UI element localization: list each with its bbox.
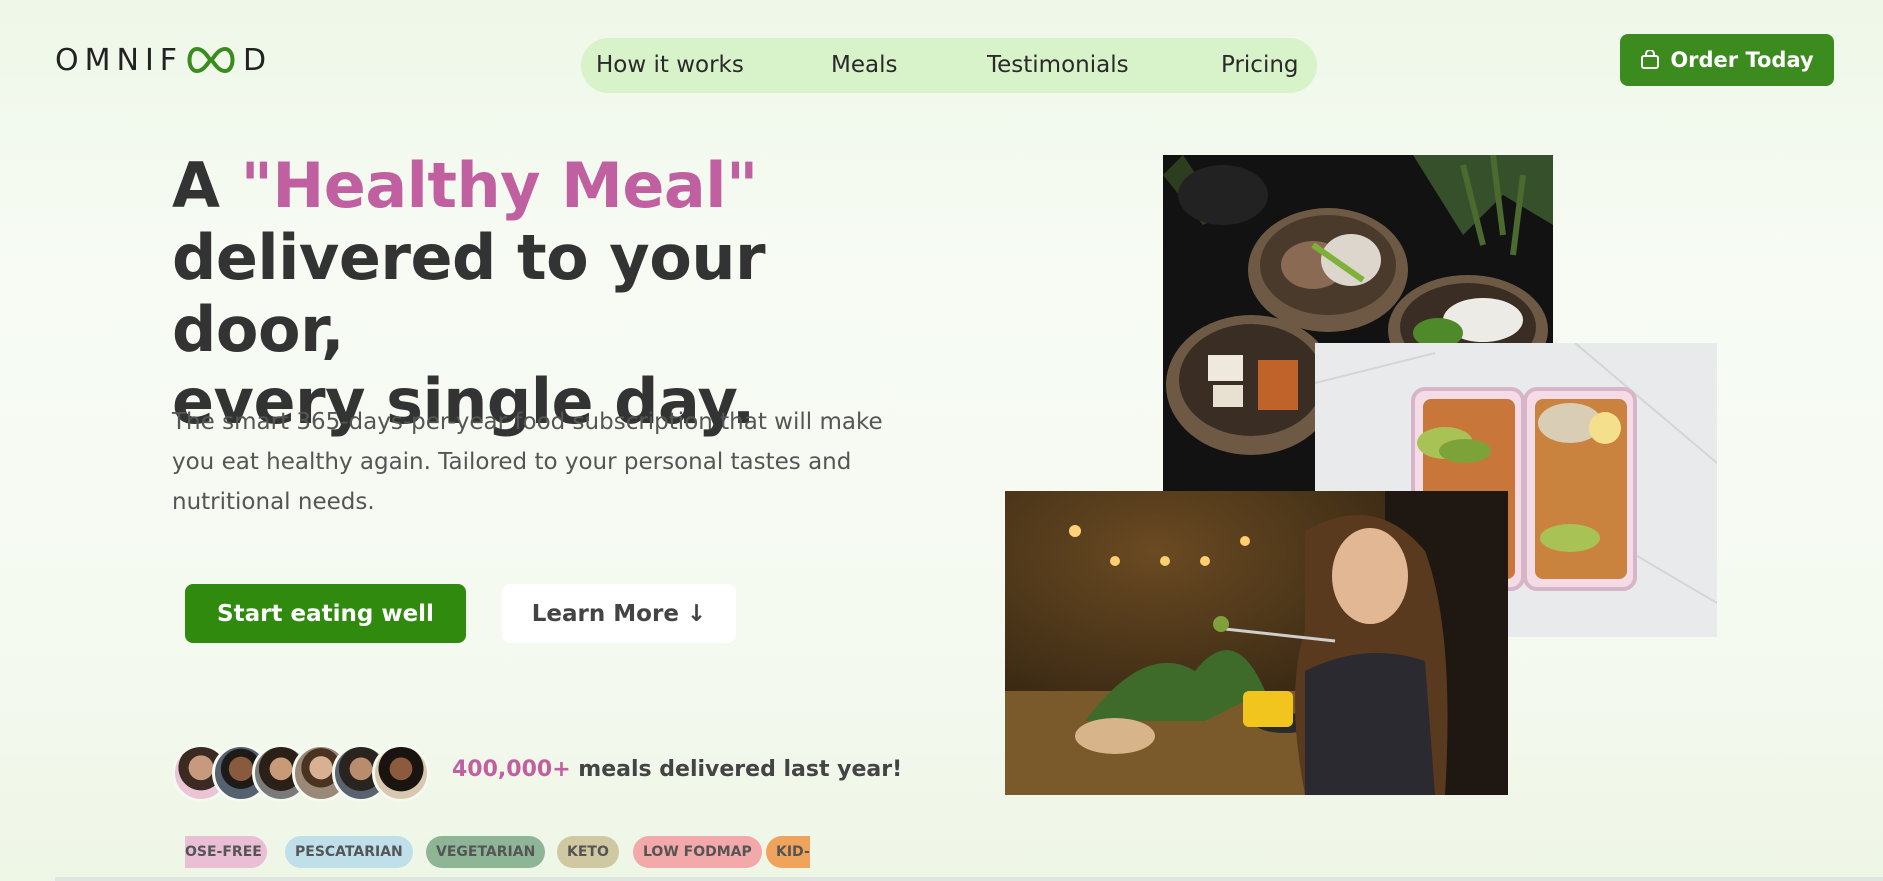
order-today-button[interactable]: Order Today — [1620, 34, 1834, 86]
meals-delivered-text: meals delivered last year! — [570, 757, 903, 782]
page-bottom-border — [55, 877, 1883, 881]
nav-link-pricing[interactable]: Pricing — [1221, 52, 1299, 78]
nav-link-how-it-works[interactable]: How it works — [596, 52, 744, 78]
logo-text-right: D — [243, 42, 273, 78]
tag-vegetarian: VEGETARIAN — [426, 836, 546, 868]
tag-pescatarian: PESCATARIAN — [285, 836, 413, 868]
brand-logo[interactable]: OMNIF D — [55, 40, 272, 80]
avatar — [372, 744, 430, 802]
hero-title-line2: delivered to your door, — [172, 221, 766, 366]
tag-kid-friendly: KID- — [766, 836, 810, 868]
shopping-bag-icon — [1641, 50, 1660, 69]
meals-delivered-count: 400,000+ — [452, 757, 571, 782]
main-nav: How it works Meals Testimonials Pricing — [581, 38, 1317, 93]
tag-ose-free: OSE-FREE — [185, 836, 267, 868]
hero-title: A "Healthy Meal" delivered to your door,… — [172, 150, 932, 438]
start-eating-well-button[interactable]: Start eating well — [185, 584, 466, 643]
hero-image-woman-eating — [1005, 491, 1508, 795]
learn-more-button[interactable]: Learn More ↓ — [502, 584, 736, 643]
logo-text-left: OMNIF — [55, 42, 184, 78]
hero-description: The smart 365-days-per-year food subscri… — [172, 409, 883, 515]
diet-tags: OSE-FREE PESCATARIAN VEGETARIAN KETO LOW… — [185, 836, 810, 868]
tag-low-fodmap: LOW FODMAP — [633, 836, 762, 868]
nav-link-meals[interactable]: Meals — [831, 52, 897, 78]
infinity-logo-icon — [187, 46, 235, 74]
meals-delivered-stat: 400,000+ meals delivered last year! — [452, 757, 902, 782]
customer-avatars — [172, 744, 432, 802]
order-today-label: Order Today — [1670, 48, 1814, 72]
woman-eating-illustration — [1005, 491, 1508, 795]
hero-title-prefix: A — [172, 149, 241, 222]
nav-link-testimonials[interactable]: Testimonials — [987, 52, 1129, 78]
hero-title-accent: "Healthy Meal" — [240, 149, 759, 222]
tag-keto: KETO — [557, 836, 619, 868]
